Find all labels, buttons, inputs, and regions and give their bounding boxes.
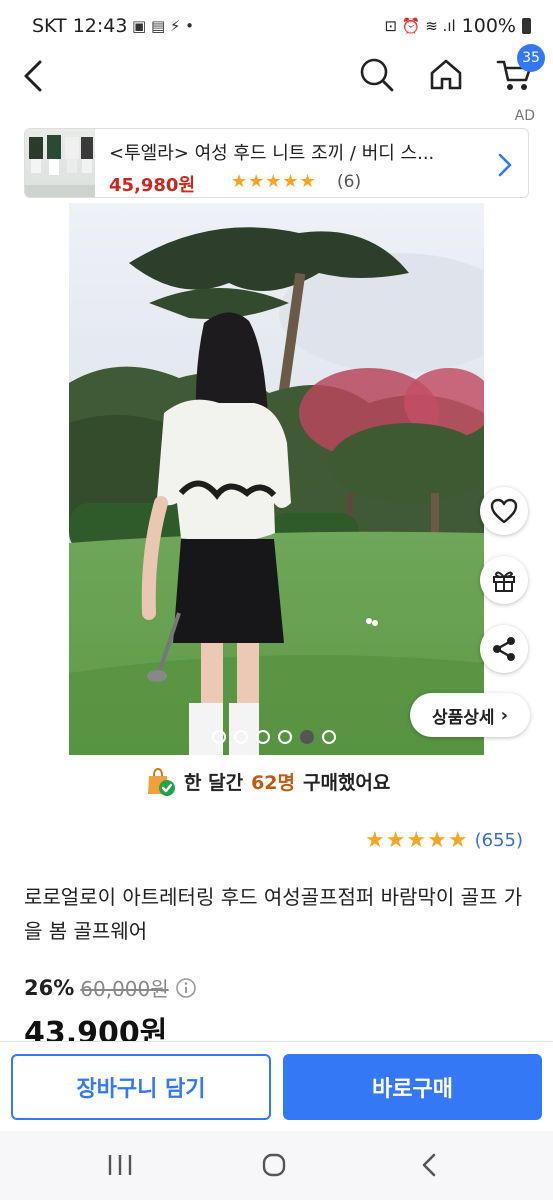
- shopping-bag-check-icon: [148, 767, 175, 796]
- carousel-dot[interactable]: [212, 730, 226, 744]
- share-button[interactable]: [480, 625, 528, 673]
- signal-icons: ⊡ ⏰ ≋ .ıl: [384, 17, 456, 35]
- chevron-right-icon[interactable]: [495, 151, 515, 179]
- add-to-cart-button[interactable]: 장바구니 담기: [11, 1054, 271, 1120]
- purchase-count: 62명: [251, 771, 295, 794]
- back-icon[interactable]: [20, 58, 48, 94]
- carousel-dot[interactable]: [300, 730, 314, 744]
- carousel-dot[interactable]: [234, 730, 248, 744]
- notification-icons: ▣ ▤ ⚡ •: [132, 17, 195, 35]
- discount-rate: 26%: [24, 975, 75, 1000]
- status-time: SKT 12:43: [32, 15, 128, 37]
- system-nav-bar: [0, 1131, 553, 1200]
- monthly-purchase-stat: 한 달간 62명 구매했어요: [144, 764, 390, 798]
- product-title: 로로얼로이 아트레터링 후드 여성골프점퍼 바람막이 골프 가을 봄 골프웨어: [24, 885, 523, 943]
- chevron-right-icon: ›: [500, 704, 508, 726]
- carousel-dot[interactable]: [322, 730, 336, 744]
- gift-button[interactable]: [480, 556, 528, 604]
- battery-text: 100%: [461, 15, 516, 37]
- discount-row: 26% 60,000원: [24, 973, 197, 1002]
- product-detail-button[interactable]: 상품상세 ›: [410, 693, 530, 737]
- product-image[interactable]: [69, 203, 484, 755]
- share-icon: [493, 637, 515, 661]
- ad-stars: ★★★★★: [231, 171, 317, 192]
- ad-title: <투엘라> 여성 후드 니트 조끼 / 버디 스...: [109, 143, 435, 164]
- heart-icon: [490, 498, 518, 524]
- status-right: ⊡ ⏰ ≋ .ıl 100%: [384, 15, 531, 37]
- detail-button-label: 상품상세: [432, 707, 495, 728]
- final-price: 43,900원: [24, 1016, 168, 1042]
- wishlist-button[interactable]: [480, 487, 528, 535]
- ad-review-count: (6): [337, 172, 362, 192]
- carousel-dot[interactable]: [256, 730, 270, 744]
- product-rating[interactable]: ★★★★★ (655): [365, 828, 523, 853]
- battery-icon: [522, 18, 531, 34]
- back-nav-icon[interactable]: [419, 1151, 439, 1179]
- ad-label: AD: [514, 108, 535, 124]
- carousel-indicator[interactable]: [212, 730, 336, 744]
- rating-stars: ★★★★★: [364, 828, 469, 853]
- top-nav: [0, 52, 553, 102]
- search-icon[interactable]: [358, 56, 396, 94]
- purchase-suffix: 구매했어요: [302, 771, 391, 794]
- ad-card[interactable]: <투엘라> 여성 후드 니트 조끼 / 버디 스... 45,980원 ★★★★…: [24, 128, 529, 198]
- buy-now-button[interactable]: 바로구매: [283, 1054, 542, 1120]
- purchase-prefix: 한 달간: [184, 771, 244, 794]
- carousel-dot[interactable]: [278, 730, 292, 744]
- recent-apps-icon[interactable]: [106, 1153, 134, 1177]
- review-count[interactable]: (655): [475, 830, 523, 851]
- status-bar: SKT 12:43 ▣ ▤ ⚡ • ⊡ ⏰ ≋ .ıl 100%: [0, 0, 553, 52]
- home-icon[interactable]: [428, 56, 464, 92]
- home-button-icon[interactable]: [261, 1152, 287, 1178]
- original-price: 60,000원: [80, 977, 169, 1001]
- gift-icon: [493, 571, 515, 592]
- ad-price: 45,980원: [109, 175, 196, 196]
- ad-thumbnail: [25, 129, 95, 197]
- cart-count-badge[interactable]: 35: [517, 44, 545, 72]
- info-icon[interactable]: [175, 977, 197, 999]
- bottom-action-bar: 장바구니 담기 바로구매: [0, 1041, 553, 1131]
